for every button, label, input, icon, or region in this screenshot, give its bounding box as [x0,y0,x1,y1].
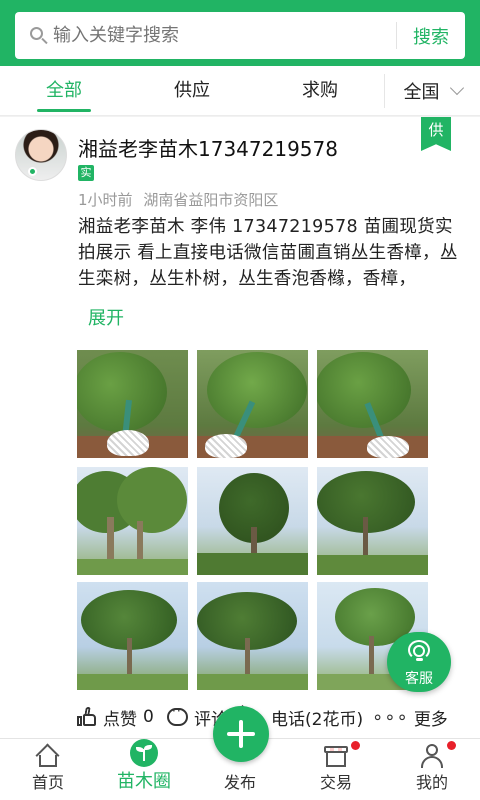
post-text: 湘益老李苗木 李伟 17347219578 苗圃现货实拍展示 看上直接电话微信苗… [78,217,458,289]
seedling-icon [130,739,158,767]
category-tabs: 全部 供应 求购 全国 [0,66,480,116]
customer-service-label: 客服 [405,671,433,687]
post-photo-3[interactable] [317,350,428,458]
customer-service-button[interactable]: 客服 [387,632,451,692]
home-icon [35,743,60,768]
post-meta: 1小时前 湖南省益阳市资阳区 [78,189,278,210]
nav-mine[interactable]: 我的 [384,739,480,800]
nav-mine-label: 我的 [415,773,448,792]
supply-tag: 供 [421,117,451,151]
more-button[interactable]: ∘∘∘ 更多 [372,697,448,737]
search-box: 搜索 [15,12,465,59]
more-icon: ∘∘∘ [372,706,409,728]
shop-icon [324,744,348,768]
region-filter-label: 全国 [403,81,440,103]
expand-link[interactable]: 展开 [88,304,124,330]
post-photo-5[interactable] [197,467,308,575]
phone-label: 电话(2花币) [271,709,364,730]
online-indicator [28,167,37,176]
region-filter[interactable]: 全国 [384,73,480,108]
nav-publish-label: 发布 [223,773,256,792]
post-photo-8[interactable] [197,582,308,690]
tab-all[interactable]: 全部 [0,66,128,116]
plus-icon-vertical [239,720,243,748]
post-location: 湖南省益阳市资阳区 [143,191,279,209]
tab-supply[interactable]: 供应 [128,66,256,116]
post-photo-2[interactable] [197,350,308,458]
post-photo-7[interactable] [77,582,188,690]
post-photo-1[interactable] [77,350,188,458]
post-photo-6[interactable] [317,467,428,575]
nav-home[interactable]: 首页 [0,739,96,800]
verified-badge: 实 [78,165,94,181]
phone-button[interactable]: 电话(2花币) [271,697,363,737]
post-time: 1小时前 [78,191,133,209]
search-icon [29,26,49,46]
search-header: 搜索 [0,0,480,66]
tab-purchase[interactable]: 求购 [256,66,384,116]
avatar[interactable] [15,129,67,181]
nav-seedling-circle[interactable]: 苗木圈 [96,739,192,800]
headset-icon [407,640,431,662]
nav-trade[interactable]: 交易 [288,739,384,800]
search-input[interactable] [53,25,396,46]
thumbs-up-icon [77,707,97,727]
nav-home-label: 首页 [31,773,64,792]
trade-badge-dot [351,741,360,750]
comment-icon [167,704,188,726]
like-button[interactable]: 点赞 0 [77,697,154,737]
chevron-down-icon [449,80,464,95]
more-label: 更多 [413,709,448,730]
post-author-name[interactable]: 湘益老李苗木17347219578 [78,133,338,162]
search-button[interactable]: 搜索 [397,23,465,49]
mine-badge-dot [447,741,456,750]
post-photo-4[interactable] [77,467,188,575]
publish-button[interactable] [213,706,269,762]
like-label: 点赞 [103,709,137,730]
nav-trade-label: 交易 [319,773,352,792]
nav-seedling-circle-label: 苗木圈 [117,771,171,792]
person-icon [419,744,445,768]
like-count: 0 [143,707,154,727]
